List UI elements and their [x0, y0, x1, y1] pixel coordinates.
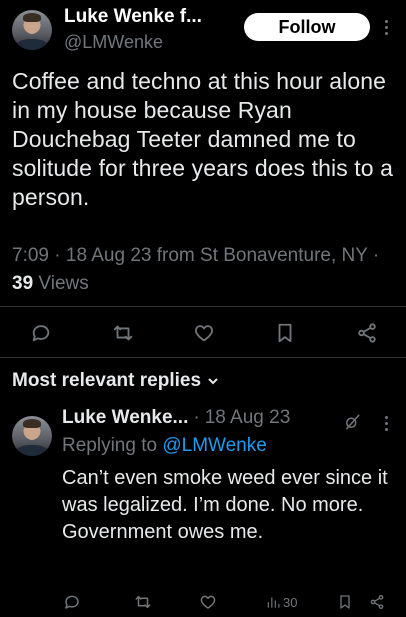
author-name[interactable]: Luke Wenke f...	[64, 6, 202, 28]
divider	[0, 306, 406, 307]
replying-to-handle[interactable]: @LMWenke	[162, 435, 266, 456]
reply-views-count: 30	[283, 594, 298, 610]
more-vertical-icon[interactable]	[383, 20, 389, 35]
reply-text: Can’t even smoke weed ever since it was …	[62, 467, 388, 543]
heart-icon	[200, 595, 216, 609]
reply-retweet-button[interactable]	[133, 592, 153, 612]
more-vertical-icon[interactable]	[383, 416, 389, 431]
replies-heading-label: Most relevant replies	[12, 370, 202, 391]
author-avatar[interactable]	[12, 10, 52, 50]
replies-sort-dropdown[interactable]: Most relevant replies	[12, 370, 219, 392]
reply-like-button[interactable]	[198, 592, 218, 612]
bookmark-button[interactable]	[272, 320, 298, 346]
replying-to: Replying to @LMWenke	[62, 435, 267, 456]
divider	[0, 357, 406, 358]
heart-icon	[195, 325, 213, 342]
reply-views-button[interactable]: 30	[266, 592, 297, 612]
author-handle[interactable]: @LMWenke	[64, 32, 163, 53]
tweet-meta: 7:09 · 18 Aug 23 from St Bonaventure, NY…	[12, 245, 380, 294]
reply-icon	[65, 595, 79, 609]
reply-header: Luke Wenke... · 18 Aug 23	[62, 407, 291, 429]
share-icon	[358, 323, 376, 343]
retweet-button[interactable]	[110, 320, 136, 346]
tweet-text: Coffee and techno at this hour alone in …	[12, 68, 394, 210]
tweet-time[interactable]: 7:09	[12, 245, 49, 266]
reply-date[interactable]: 18 Aug 23	[205, 407, 291, 429]
bookmark-icon	[278, 323, 292, 343]
follow-button[interactable]: Follow	[244, 13, 370, 41]
reply-avatar[interactable]	[12, 416, 52, 456]
reply-reply-button[interactable]	[62, 592, 82, 612]
reply-author-name[interactable]: Luke Wenke...	[62, 407, 188, 429]
bookmark-icon	[340, 595, 350, 609]
like-button[interactable]	[191, 320, 217, 346]
grok-icon[interactable]	[343, 413, 361, 431]
tweet-date[interactable]: 18 Aug 23 from St Bonaventure, NY	[66, 245, 368, 266]
share-icon	[370, 595, 384, 609]
views-label: Views	[38, 273, 89, 294]
views-count: 39	[12, 273, 34, 294]
retweet-icon	[135, 596, 151, 608]
reply-icon	[32, 325, 50, 342]
share-button[interactable]	[354, 320, 380, 346]
reply-button[interactable]	[28, 320, 54, 346]
reply-share-button[interactable]	[367, 592, 387, 612]
retweet-icon	[113, 325, 133, 341]
reply-bookmark-button[interactable]	[335, 592, 355, 612]
chevron-down-icon	[208, 378, 218, 385]
views-bar-icon	[267, 597, 280, 608]
